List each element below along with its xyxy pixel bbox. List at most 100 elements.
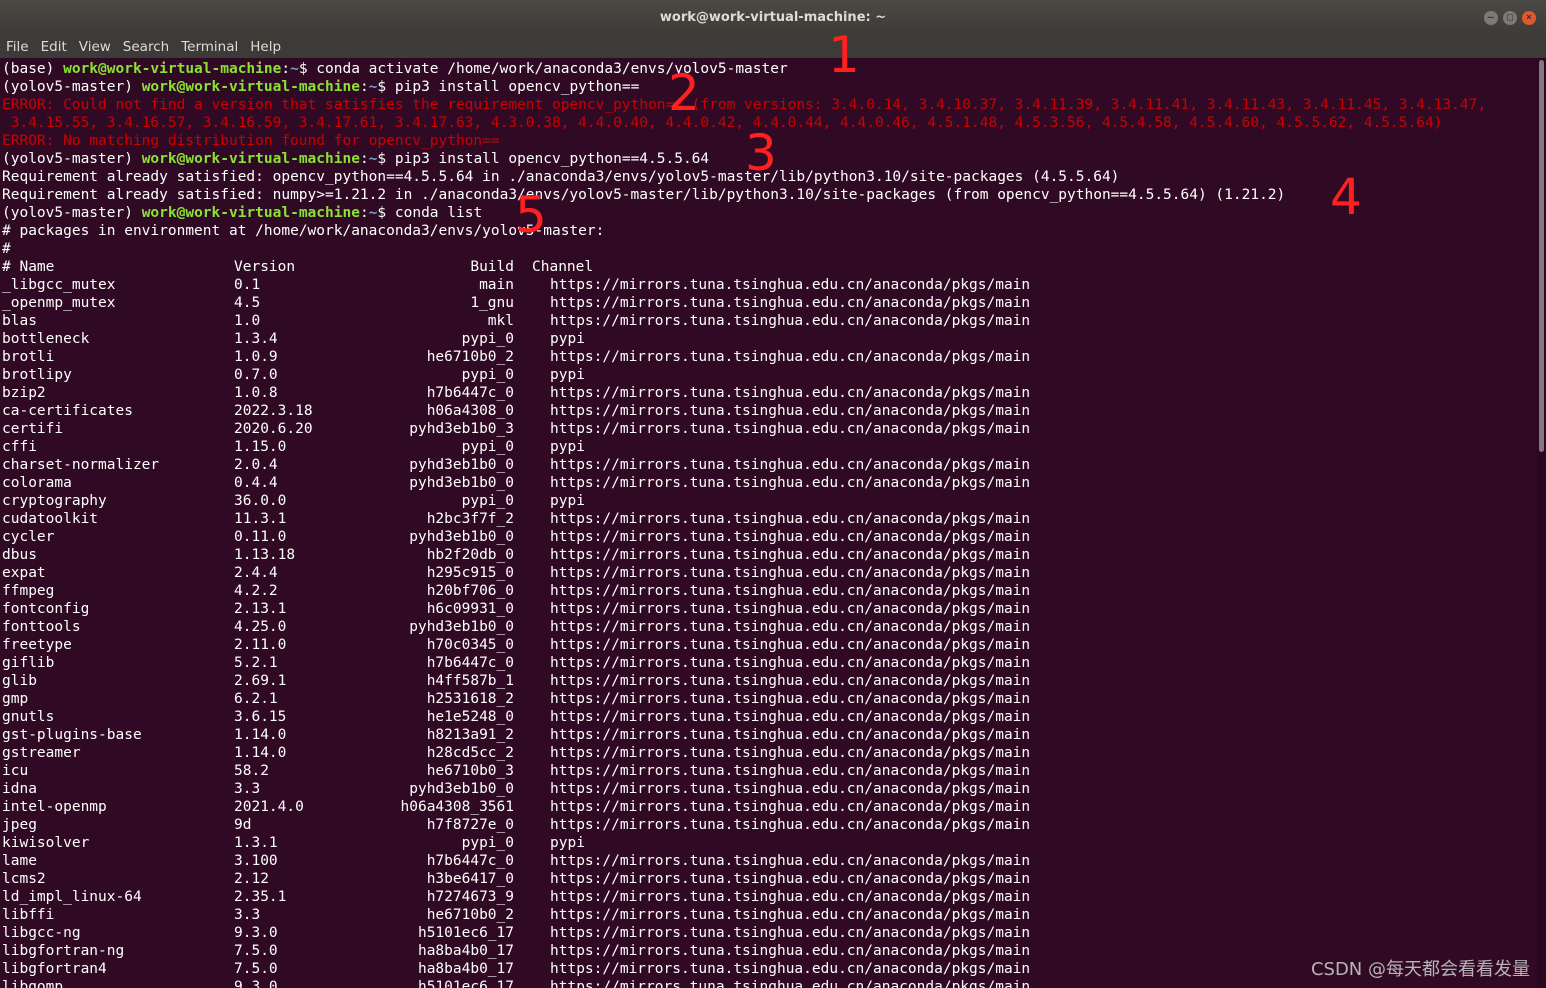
menu-file[interactable]: File — [0, 36, 35, 58]
pkg-version: 1.3.1 — [234, 835, 278, 851]
prompt-colon: : — [359, 205, 369, 221]
pkg-channel: https://mirrors.tuna.tsinghua.edu.cn/ana… — [550, 871, 1031, 887]
pkg-channel: pypi — [550, 367, 585, 383]
pkg-name: brotli — [2, 349, 55, 365]
prompt-user-host: work@work-virtual-machine — [141, 205, 360, 221]
pkg-name: lame — [2, 853, 37, 869]
pkg-channel: https://mirrors.tuna.tsinghua.edu.cn/ana… — [550, 313, 1031, 329]
pkg-channel: https://mirrors.tuna.tsinghua.edu.cn/ana… — [550, 583, 1031, 599]
pkg-version: 0.11.0 — [234, 529, 287, 545]
table-header-build: Build — [470, 259, 514, 275]
pkg-version: 1.0.8 — [234, 385, 278, 401]
terminal-output[interactable]: (base) work@work-virtual-machine:~$ cond… — [0, 58, 1536, 988]
prompt-env: (yolov5-master) — [2, 151, 142, 167]
pkg-channel: https://mirrors.tuna.tsinghua.edu.cn/ana… — [550, 889, 1031, 905]
pkg-channel: https://mirrors.tuna.tsinghua.edu.cn/ana… — [550, 457, 1031, 473]
menu-help[interactable]: Help — [244, 36, 287, 58]
prompt-line: (yolov5-master) work@work-virtual-machin… — [2, 150, 709, 168]
pkg-channel: pypi — [550, 439, 585, 455]
pkg-name: intel-openmp — [2, 799, 107, 815]
pkg-name: kiwisolver — [2, 835, 90, 851]
pkg-name: expat — [2, 565, 46, 581]
prompt-user-host: work@work-virtual-machine — [141, 151, 360, 167]
pkg-name: bottleneck — [2, 331, 90, 347]
pkg-version: 1.13.18 — [234, 547, 296, 563]
pkg-channel: https://mirrors.tuna.tsinghua.edu.cn/ana… — [550, 529, 1031, 545]
pkg-version: 2022.3.18 — [234, 403, 313, 419]
pkg-name: lcms2 — [2, 871, 46, 887]
pkg-channel: https://mirrors.tuna.tsinghua.edu.cn/ana… — [550, 673, 1031, 689]
pkg-build: pypi_0 — [461, 835, 514, 851]
prompt-line: (yolov5-master) work@work-virtual-machin… — [2, 78, 639, 96]
pkg-version: 3.3 — [234, 781, 261, 797]
prompt-colon: : — [281, 61, 291, 77]
pkg-version: 1.0.9 — [234, 349, 278, 365]
maximize-icon[interactable]: □ — [1503, 11, 1517, 25]
pkg-name: icu — [2, 763, 29, 779]
pkg-version: 5.2.1 — [234, 655, 278, 671]
pkg-build: h7f8727e_0 — [426, 817, 514, 833]
pkg-name: cffi — [2, 439, 37, 455]
pkg-version: 2.4.4 — [234, 565, 278, 581]
pkg-name: brotlipy — [2, 367, 72, 383]
pkg-version: 4.2.2 — [234, 583, 278, 599]
pkg-name: bzip2 — [2, 385, 46, 401]
pkg-build: h3be6417_0 — [426, 871, 514, 887]
pkg-build: pypi_0 — [461, 331, 514, 347]
prompt-path: ~ — [290, 61, 299, 77]
pkg-name: cryptography — [2, 493, 107, 509]
pkg-name: glib — [2, 673, 37, 689]
command-text: pip3 install opencv_python==4.5.5.64 — [394, 151, 710, 167]
pkg-channel: https://mirrors.tuna.tsinghua.edu.cn/ana… — [550, 421, 1031, 437]
pkg-name: freetype — [2, 637, 72, 653]
pkg-name: gnutls — [2, 709, 55, 725]
pkg-channel: https://mirrors.tuna.tsinghua.edu.cn/ana… — [550, 619, 1031, 635]
scrollbar-thumb[interactable] — [1539, 60, 1544, 452]
pkg-channel: https://mirrors.tuna.tsinghua.edu.cn/ana… — [550, 637, 1031, 653]
pkg-build: he6710b0_3 — [426, 763, 514, 779]
pkg-name: libffi — [2, 907, 55, 923]
pkg-build: h7b6447c_0 — [426, 853, 514, 869]
output-line: # — [2, 241, 11, 257]
pkg-version: 0.1 — [234, 277, 261, 293]
pkg-build: h2bc3f7f_2 — [426, 511, 514, 527]
pkg-build: h7274673_9 — [426, 889, 514, 905]
close-icon[interactable]: × — [1522, 11, 1536, 25]
minimize-icon[interactable]: – — [1484, 11, 1498, 25]
pkg-version: 1.15.0 — [234, 439, 287, 455]
pkg-build: h295c915_0 — [426, 565, 514, 581]
pkg-channel: https://mirrors.tuna.tsinghua.edu.cn/ana… — [550, 979, 1031, 988]
pkg-version: 9.3.0 — [234, 925, 278, 941]
pkg-channel: https://mirrors.tuna.tsinghua.edu.cn/ana… — [550, 349, 1031, 365]
annotation-4: 4 — [1330, 168, 1362, 226]
pkg-build: hb2f20db_0 — [426, 547, 514, 563]
menu-terminal[interactable]: Terminal — [175, 36, 244, 58]
pkg-version: 58.2 — [234, 763, 269, 779]
pkg-build: he6710b0_2 — [426, 349, 514, 365]
pkg-build: pypi_0 — [461, 493, 514, 509]
pkg-channel: https://mirrors.tuna.tsinghua.edu.cn/ana… — [550, 277, 1031, 293]
prompt-line: (yolov5-master) work@work-virtual-machin… — [2, 204, 482, 222]
pkg-build: h7b6447c_0 — [426, 655, 514, 671]
pkg-version: 6.2.1 — [234, 691, 278, 707]
pkg-version: 4.25.0 — [234, 619, 287, 635]
pkg-build: h5101ec6_17 — [417, 925, 514, 941]
pkg-build: pyhd3eb1b0_0 — [409, 529, 514, 545]
pkg-name: charset-normalizer — [2, 457, 160, 473]
pkg-channel: https://mirrors.tuna.tsinghua.edu.cn/ana… — [550, 799, 1031, 815]
pkg-channel: https://mirrors.tuna.tsinghua.edu.cn/ana… — [550, 601, 1031, 617]
pkg-build: h06a4308_0 — [426, 403, 514, 419]
menu-search[interactable]: Search — [117, 36, 175, 58]
output-line: Requirement already satisfied: opencv_py… — [2, 169, 1120, 185]
menu-bar: File Edit View Search Terminal Help — [0, 36, 1546, 58]
pkg-build: h28cd5cc_2 — [426, 745, 514, 761]
pkg-build: h7b6447c_0 — [426, 385, 514, 401]
pkg-name: ld_impl_linux-64 — [2, 889, 142, 905]
menu-edit[interactable]: Edit — [35, 36, 73, 58]
menu-view[interactable]: View — [73, 36, 117, 58]
pkg-channel: https://mirrors.tuna.tsinghua.edu.cn/ana… — [550, 475, 1031, 491]
pkg-name: _libgcc_mutex — [2, 277, 116, 293]
pkg-name: fontconfig — [2, 601, 90, 617]
pkg-version: 3.3 — [234, 907, 261, 923]
pkg-version: 9d — [234, 817, 252, 833]
